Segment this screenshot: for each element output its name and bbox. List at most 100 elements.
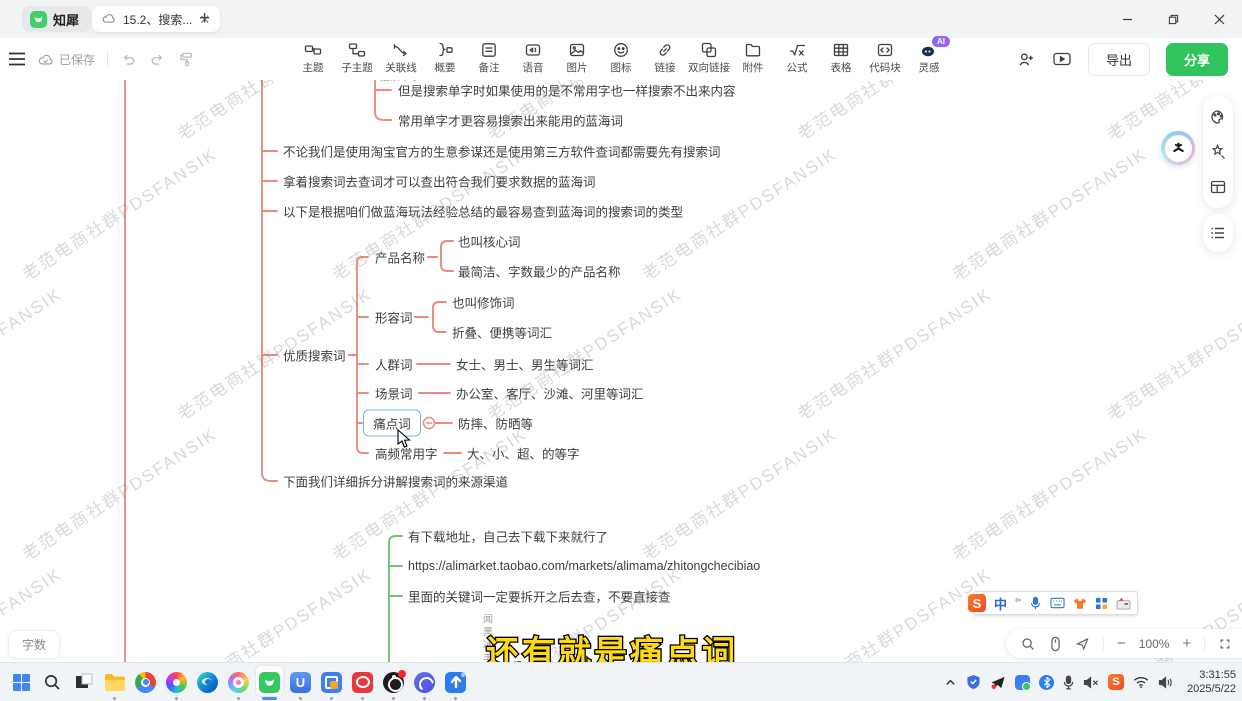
- tray-volume-icon[interactable]: [1158, 676, 1174, 689]
- tool-inspiration[interactable]: 灵感AI: [907, 41, 951, 75]
- taskbar-app-colorful-app[interactable]: [223, 663, 254, 701]
- voice-input-icon[interactable]: [1029, 596, 1042, 610]
- locate-icon[interactable]: [1075, 636, 1090, 651]
- tray-microphone-icon[interactable]: [1063, 675, 1074, 690]
- mindmap-node[interactable]: 人群词: [375, 355, 413, 374]
- tray-bluetooth-icon[interactable]: [1039, 675, 1054, 690]
- mindmap-node[interactable]: 防摔、防晒等: [458, 414, 533, 433]
- mindmap-node[interactable]: 女士、男士、男生等词汇: [456, 355, 594, 374]
- format-painter-icon[interactable]: [178, 51, 195, 68]
- taskbar-app-purple-circle-app[interactable]: [409, 663, 440, 701]
- tool-code-block[interactable]: 代码块: [863, 41, 907, 75]
- mindmap-node[interactable]: 下面我们详细拆分讲解搜索词的来源渠道: [283, 472, 508, 491]
- zhixi-floating-assistant[interactable]: [1161, 131, 1195, 165]
- taskbar-app-app-u[interactable]: U: [285, 663, 316, 701]
- mindmap-canvas[interactable]: 老范电商社群PDSFANSIK老范电商社群PDSFANSIK老范电商社群PDSF…: [0, 80, 1242, 662]
- mindmap-node[interactable]: 但是搜索单字时如果使用的是不常用字也一样搜索不出来内容: [398, 81, 736, 100]
- restore-button[interactable]: [1150, 0, 1196, 38]
- mindmap-node[interactable]: 拿着搜索词去查词才可以查出符合我们要求数据的蓝海词: [283, 172, 596, 191]
- input-mode-chinese[interactable]: 中: [994, 594, 1007, 613]
- minimize-button[interactable]: [1104, 0, 1150, 38]
- mindmap-node[interactable]: 以下是根据咱们做蓝海玩法经验总结的最容易查到蓝海词的搜索词的类型: [283, 202, 683, 221]
- fullscreen-icon[interactable]: [1218, 637, 1232, 651]
- taskbar-app-edge[interactable]: [192, 663, 223, 701]
- taskbar-app-browser-swirl[interactable]: [161, 663, 192, 701]
- tray-telegram-icon[interactable]: [990, 675, 1006, 690]
- toolbox-grid-icon[interactable]: [1095, 597, 1108, 610]
- search-icon[interactable]: [1020, 636, 1036, 652]
- taskbar-app-docs-app[interactable]: [316, 663, 347, 701]
- mouse-mode-icon[interactable]: [1049, 636, 1062, 652]
- sogou-logo-icon[interactable]: S: [968, 594, 986, 612]
- tool-formula[interactable]: 公式: [775, 41, 819, 75]
- app-logo-tab[interactable]: 知犀: [22, 6, 91, 32]
- tool-bidir-link[interactable]: 双向链接: [687, 41, 731, 75]
- tray-chevron-up-icon[interactable]: [944, 676, 957, 689]
- layout-structure-icon[interactable]: [1209, 178, 1227, 196]
- taskbar-app-red-app[interactable]: [347, 663, 378, 701]
- mindmap-node[interactable]: 形容词: [375, 308, 413, 327]
- selected-node-pain-point[interactable]: 痛点词: [363, 410, 421, 437]
- tray-wifi-icon[interactable]: [1133, 676, 1149, 689]
- tray-sogou-icon[interactable]: S: [1108, 674, 1124, 690]
- taskbar-app-blue-t-app[interactable]: [440, 663, 471, 701]
- tool-topic[interactable]: 主题: [291, 41, 335, 75]
- collapse-button[interactable]: [424, 418, 435, 429]
- punctuation-mode[interactable]: °': [1015, 598, 1021, 609]
- tool-emoji[interactable]: 图标: [599, 41, 643, 75]
- outline-list-icon[interactable]: [1209, 224, 1227, 242]
- zoom-out-button[interactable]: −: [1117, 636, 1126, 651]
- undo-icon[interactable]: [120, 51, 137, 68]
- taskbar-app-chrome[interactable]: [130, 663, 161, 701]
- video-tutorial-icon[interactable]: [1052, 50, 1072, 68]
- mindmap-node[interactable]: 不论我们是使用淘宝官方的生意参谋还是使用第三方软件查词都需要先有搜索词: [283, 142, 721, 161]
- mindmap-node[interactable]: 常用单字才更容易搜索出来能用的蓝海词: [398, 111, 623, 130]
- sogou-input-bar[interactable]: S 中 °': [973, 591, 1138, 615]
- export-button[interactable]: 导出: [1088, 43, 1150, 76]
- word-count-pill[interactable]: 字数: [8, 630, 60, 659]
- mindmap-node[interactable]: 场景词: [375, 384, 413, 403]
- mindmap-node[interactable]: 产品名称: [375, 248, 425, 267]
- tool-image[interactable]: 图片: [555, 41, 599, 75]
- new-tab-button[interactable]: +: [199, 8, 210, 30]
- tray-blue-green-app-icon[interactable]: [1015, 675, 1030, 690]
- tool-voice[interactable]: 语音: [511, 41, 555, 75]
- taskbar-app-explorer[interactable]: [99, 663, 130, 701]
- taskbar-app-start[interactable]: [6, 663, 37, 701]
- zoom-in-button[interactable]: +: [1182, 636, 1191, 651]
- taskbar-clock[interactable]: 3:31:55 2025/5/22: [1187, 668, 1236, 697]
- mindmap-node[interactable]: 优质搜索词: [283, 346, 346, 365]
- taskbar-app-obs[interactable]: [378, 663, 409, 701]
- tool-link[interactable]: 链接: [643, 41, 687, 75]
- tray-speaker-mute-icon[interactable]: [1083, 676, 1099, 689]
- skin-icon[interactable]: [1073, 597, 1087, 610]
- mindmap-node[interactable]: 也叫核心词: [458, 232, 521, 251]
- taskbar-app-zhixi[interactable]: [254, 663, 285, 701]
- tool-table[interactable]: 表格: [819, 41, 863, 75]
- taskbar-app-snip[interactable]: [68, 663, 99, 701]
- tool-relation[interactable]: 关联线: [379, 41, 423, 75]
- share-button[interactable]: 分享: [1166, 43, 1228, 76]
- beautify-wand-icon[interactable]: [1209, 143, 1227, 161]
- palette-icon[interactable]: [1209, 108, 1227, 126]
- sogou-tools-icon[interactable]: [1116, 597, 1131, 610]
- soft-keyboard-icon[interactable]: [1050, 597, 1065, 609]
- mindmap-node[interactable]: 也叫修饰词: [452, 293, 515, 312]
- collaborate-icon[interactable]: [1017, 50, 1036, 69]
- mindmap-node[interactable]: 最简洁、字数最少的产品名称: [458, 262, 621, 281]
- taskbar-app-search[interactable]: [37, 663, 68, 701]
- redo-icon[interactable]: [149, 51, 166, 68]
- mindmap-node[interactable]: 里面的关键词一定要拆开之后去查，不要直接查: [408, 587, 671, 606]
- mindmap-node[interactable]: 折叠、便携等词汇: [452, 323, 552, 342]
- tray-shield-icon[interactable]: [966, 674, 981, 690]
- mindmap-node[interactable]: 大、小、超、的等字: [467, 444, 580, 463]
- tool-subtopic[interactable]: 子主题: [335, 41, 379, 75]
- mindmap-node[interactable]: https://alimarket.taobao.com/markets/ali…: [408, 559, 760, 573]
- mindmap-node[interactable]: 有下载地址，自己去下载下来就行了: [408, 527, 608, 546]
- hamburger-menu-icon[interactable]: [8, 52, 26, 66]
- tool-note[interactable]: 备注: [467, 41, 511, 75]
- tool-summary[interactable]: 概要: [423, 41, 467, 75]
- close-window-button[interactable]: [1196, 0, 1242, 38]
- tool-attachment[interactable]: 附件: [731, 41, 775, 75]
- mindmap-node[interactable]: 办公室、客厅、沙滩、河里等词汇: [456, 384, 644, 403]
